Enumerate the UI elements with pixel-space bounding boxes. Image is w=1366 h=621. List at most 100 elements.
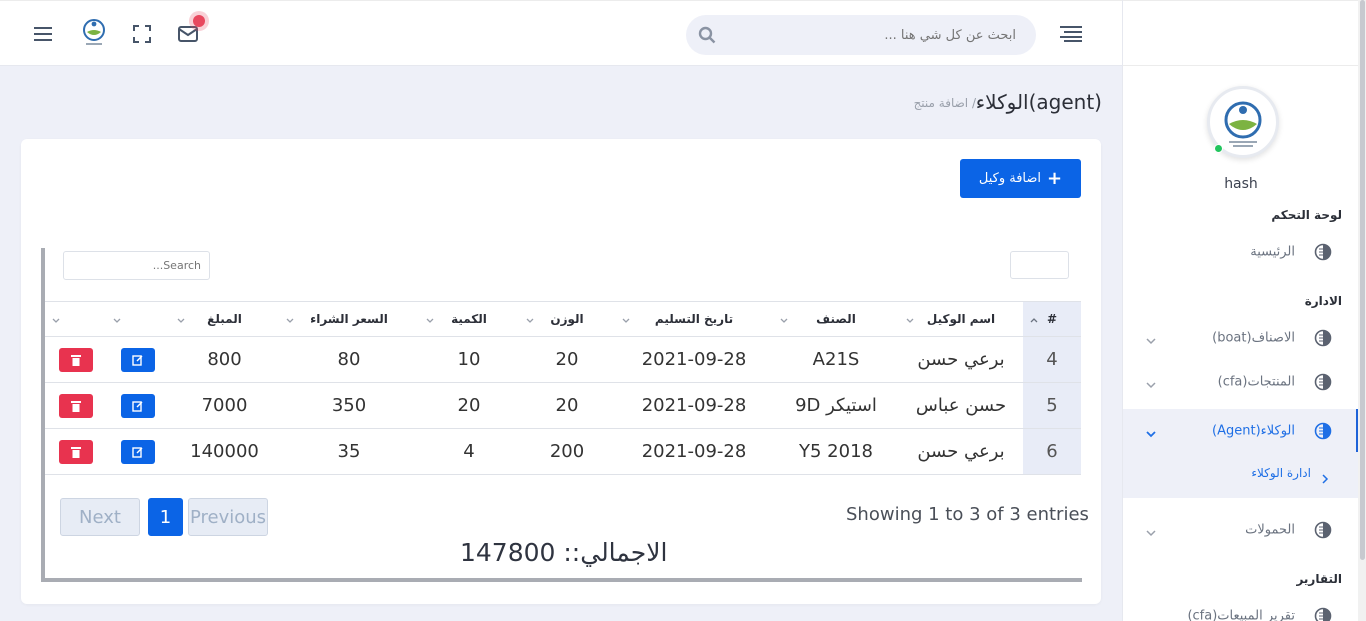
hamburger-menu-icon[interactable] [30, 21, 56, 47]
table-row: 6 برعي حسن Y5 2018 2021-09-28 200 4 35 1… [45, 428, 1081, 475]
edit-button[interactable] [121, 393, 155, 418]
chevron-down-icon [1145, 376, 1157, 389]
delete-button[interactable] [58, 439, 93, 464]
column-header-edit[interactable] [106, 301, 170, 337]
delete-button[interactable] [58, 347, 93, 372]
sort-icon [425, 314, 435, 324]
cell-price: 80 [279, 336, 419, 383]
cell-amount: 7000 [170, 382, 279, 429]
avatar[interactable] [1207, 86, 1279, 158]
cell-date: 2021-09-28 [615, 382, 773, 429]
trash-icon [70, 446, 81, 458]
sort-up-icon [1029, 314, 1039, 324]
app-logo-icon[interactable] [80, 17, 108, 49]
sidebar-item-label: المنتجات(cfa) [1217, 374, 1295, 390]
chevron-down-icon [1145, 524, 1157, 537]
cell-edit [106, 428, 170, 475]
cell-id: 6 [1023, 428, 1081, 475]
half-circle-icon [1314, 422, 1332, 440]
sort-icon [779, 314, 789, 324]
page-title: الوكلاء(agent) [975, 90, 1102, 114]
add-agent-button[interactable]: + اضافة وكيل [960, 159, 1081, 198]
section-reports: التقارير [1296, 572, 1342, 586]
cell-agent: برعي حسن [899, 336, 1023, 383]
cell-edit [106, 382, 170, 429]
cell-price: 350 [279, 382, 419, 429]
pagination-next-button[interactable]: Next [60, 498, 140, 536]
column-header-category[interactable]: الصنف [773, 301, 899, 337]
sidebar-item-home[interactable]: الرئيسية [1123, 230, 1359, 274]
cell-edit [106, 336, 170, 383]
column-header-label: السعر الشراء [310, 312, 388, 326]
cell-id: 4 [1023, 336, 1081, 383]
edit-button[interactable] [121, 347, 155, 372]
chevron-down-icon [1145, 332, 1157, 345]
sort-icon [525, 314, 535, 324]
pagination-previous-button[interactable]: Previous [188, 498, 268, 536]
chevron-down-icon [1145, 425, 1157, 438]
grand-total: الاجمالي:: 147800 [460, 538, 668, 567]
half-circle-icon [1314, 521, 1332, 539]
section-admin: الادارة [1304, 294, 1342, 308]
column-header-price[interactable]: السعر الشراء [279, 301, 419, 337]
column-header-label: المبلغ [207, 312, 242, 326]
sidebar-item-shipments[interactable]: الحمولات [1123, 508, 1359, 552]
column-header-label: الوزن [550, 312, 584, 326]
column-header-weight[interactable]: الوزن [519, 301, 615, 337]
sidebar-item-agents[interactable]: الوكلاء(Agent) [1123, 409, 1359, 453]
column-header-agent[interactable]: اسم الوكيل [899, 301, 1023, 337]
cell-category: A21S [773, 336, 899, 383]
plus-icon: + [1047, 168, 1063, 189]
global-search [686, 15, 1036, 55]
cell-weight: 200 [519, 428, 615, 475]
align-right-menu-icon[interactable] [1058, 21, 1084, 47]
username: hash [1224, 176, 1258, 192]
column-header-label: تاريخ التسليم [654, 312, 734, 326]
column-header-delete[interactable] [45, 301, 106, 337]
agents-table: # اسم الوكيل الصنف تاريخ التسليم الوزن ا… [45, 301, 1081, 475]
cell-date: 2021-09-28 [615, 336, 773, 383]
delete-button[interactable] [58, 393, 93, 418]
table-row: 4 برعي حسن A21S 2021-09-28 20 10 80 800 [45, 336, 1081, 383]
global-search-input[interactable] [726, 15, 1016, 55]
half-circle-icon [1314, 243, 1332, 261]
sidebar: hash لوحة التحكم الرئيسية الادارة الاصنا… [1122, 0, 1359, 621]
column-header-amount[interactable]: المبلغ [170, 301, 279, 337]
mail-icon[interactable] [175, 15, 205, 47]
search-icon [698, 26, 716, 44]
column-header-id[interactable]: # [1023, 301, 1081, 337]
sort-icon [621, 314, 631, 324]
column-header-date[interactable]: تاريخ التسليم [615, 301, 773, 337]
fullscreen-icon[interactable] [129, 21, 155, 47]
sort-icon [285, 314, 295, 324]
chevron-right-icon [1321, 469, 1329, 484]
cell-amount: 800 [170, 336, 279, 383]
sidebar-subitem-manage-agents[interactable]: ادارة الوكلاء [1123, 452, 1359, 498]
sort-icon [112, 314, 122, 324]
cell-quantity: 4 [419, 428, 519, 475]
sidebar-item-label: الرئيسية [1250, 244, 1295, 260]
breadcrumb[interactable]: / اضافة منتج [914, 96, 976, 110]
sidebar-item-sales-report[interactable]: تقرير المبيعات(cfa) [1123, 594, 1359, 621]
cell-weight: 20 [519, 336, 615, 383]
column-header-quantity[interactable]: الكمية [419, 301, 519, 337]
half-circle-icon [1314, 373, 1332, 391]
top-bar [0, 0, 1122, 66]
sidebar-item-label: الوكلاء(Agent) [1212, 423, 1295, 439]
cell-quantity: 20 [419, 382, 519, 429]
cell-agent: حسن عباس [899, 382, 1023, 429]
pagination-page-button[interactable]: 1 [148, 498, 183, 536]
cell-weight: 20 [519, 382, 615, 429]
table-search-input[interactable] [63, 251, 210, 280]
entries-length-select[interactable] [1010, 251, 1069, 279]
sidebar-item-categories[interactable]: الاصناف(boat) [1123, 316, 1359, 360]
table-row: 5 حسن عباس استيكر 9D 2021-09-28 20 20 35… [45, 382, 1081, 429]
edit-button[interactable] [121, 439, 155, 464]
add-agent-label: اضافة وكيل [978, 171, 1042, 186]
sort-icon [176, 314, 186, 324]
sidebar-item-products[interactable]: المنتجات(cfa) [1123, 360, 1359, 404]
scrollbar-thumb[interactable] [1360, 0, 1365, 560]
sort-icon [51, 314, 61, 324]
cell-agent: برعي حسن [899, 428, 1023, 475]
edit-icon [132, 400, 143, 412]
